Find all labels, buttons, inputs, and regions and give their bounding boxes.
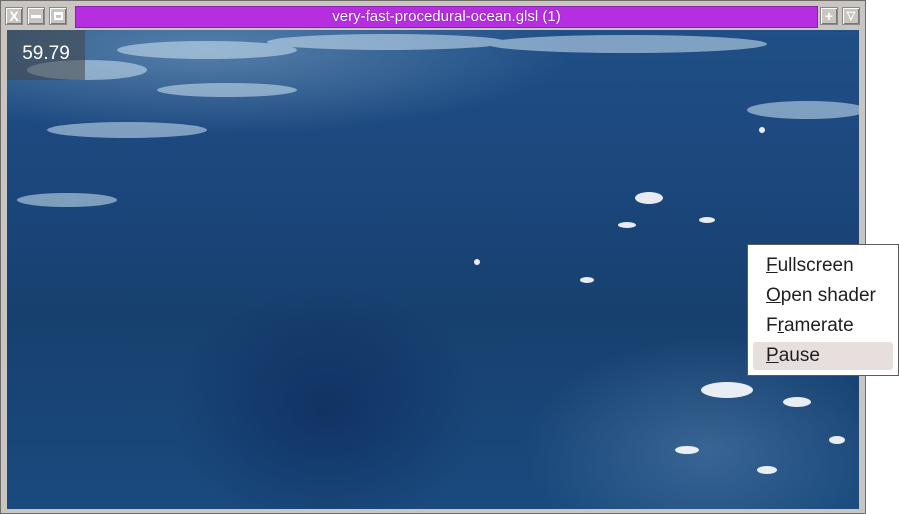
close-button[interactable]: X bbox=[5, 7, 23, 25]
restore-icon bbox=[53, 12, 63, 20]
app-window: X very-fast-procedural-ocean.glsl (1) + … bbox=[0, 0, 866, 514]
menu-item-label: amerate bbox=[783, 315, 854, 336]
maximize-icon: + bbox=[824, 8, 834, 24]
menu-item-framerate[interactable]: Framerate bbox=[753, 312, 893, 340]
menu-item-fullscreen[interactable]: Fullscreen bbox=[753, 252, 893, 280]
menu-item-mnemonic: F bbox=[766, 255, 778, 276]
shader-viewport[interactable]: 59.79 bbox=[7, 30, 859, 509]
menu-item-prefix: F bbox=[766, 315, 778, 336]
menu-item-mnemonic: O bbox=[766, 285, 781, 306]
menu-item-mnemonic: P bbox=[766, 345, 779, 366]
minimize-button[interactable] bbox=[27, 7, 45, 25]
fps-counter: 59.79 bbox=[7, 30, 85, 80]
restore-button[interactable] bbox=[49, 7, 67, 25]
maximize-button[interactable]: + bbox=[820, 7, 838, 25]
menu-item-label: ullscreen bbox=[777, 255, 854, 276]
menu-item-label: pen shader bbox=[780, 285, 876, 306]
window-title: very-fast-procedural-ocean.glsl (1) bbox=[75, 6, 818, 28]
titlebar[interactable]: X very-fast-procedural-ocean.glsl (1) + … bbox=[5, 6, 861, 28]
window-menu-button[interactable]: ▽ bbox=[842, 7, 860, 25]
minimize-icon bbox=[31, 14, 41, 18]
context-menu: Fullscreen Open shader Framerate Pause bbox=[747, 244, 899, 376]
menu-item-open-shader[interactable]: Open shader bbox=[753, 282, 893, 310]
ocean-foam bbox=[17, 34, 859, 474]
chevron-down-icon: ▽ bbox=[846, 9, 856, 22]
menu-item-label: ause bbox=[778, 345, 820, 366]
menu-item-pause[interactable]: Pause bbox=[753, 342, 893, 370]
close-icon: X bbox=[9, 8, 19, 24]
